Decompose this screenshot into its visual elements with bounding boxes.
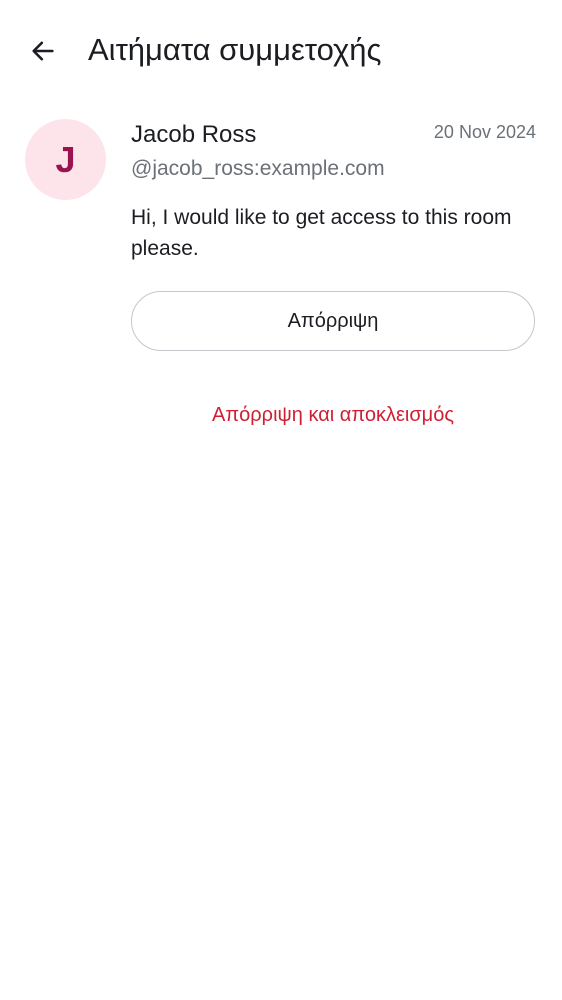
avatar-initial: J	[55, 138, 76, 180]
avatar: J	[25, 119, 106, 200]
request-date: 20 Nov 2024	[433, 122, 536, 142]
back-button[interactable]	[20, 28, 66, 74]
top-app-bar: Αιτήματα συμμετοχής	[0, 0, 562, 100]
arrow-left-icon	[29, 37, 57, 65]
request-message: Hi, I would like to get access to this r…	[131, 206, 512, 260]
requester-display-name: Jacob Ross	[131, 121, 257, 148]
decline-and-ban-button[interactable]: Απόρριψη και αποκλεισμός	[131, 390, 535, 440]
decline-button[interactable]: Απόρριψη	[131, 291, 535, 351]
page-title: Αιτήματα συμμετοχής	[88, 32, 382, 67]
requester-user-id: @jacob_ross:example.com	[131, 157, 385, 180]
